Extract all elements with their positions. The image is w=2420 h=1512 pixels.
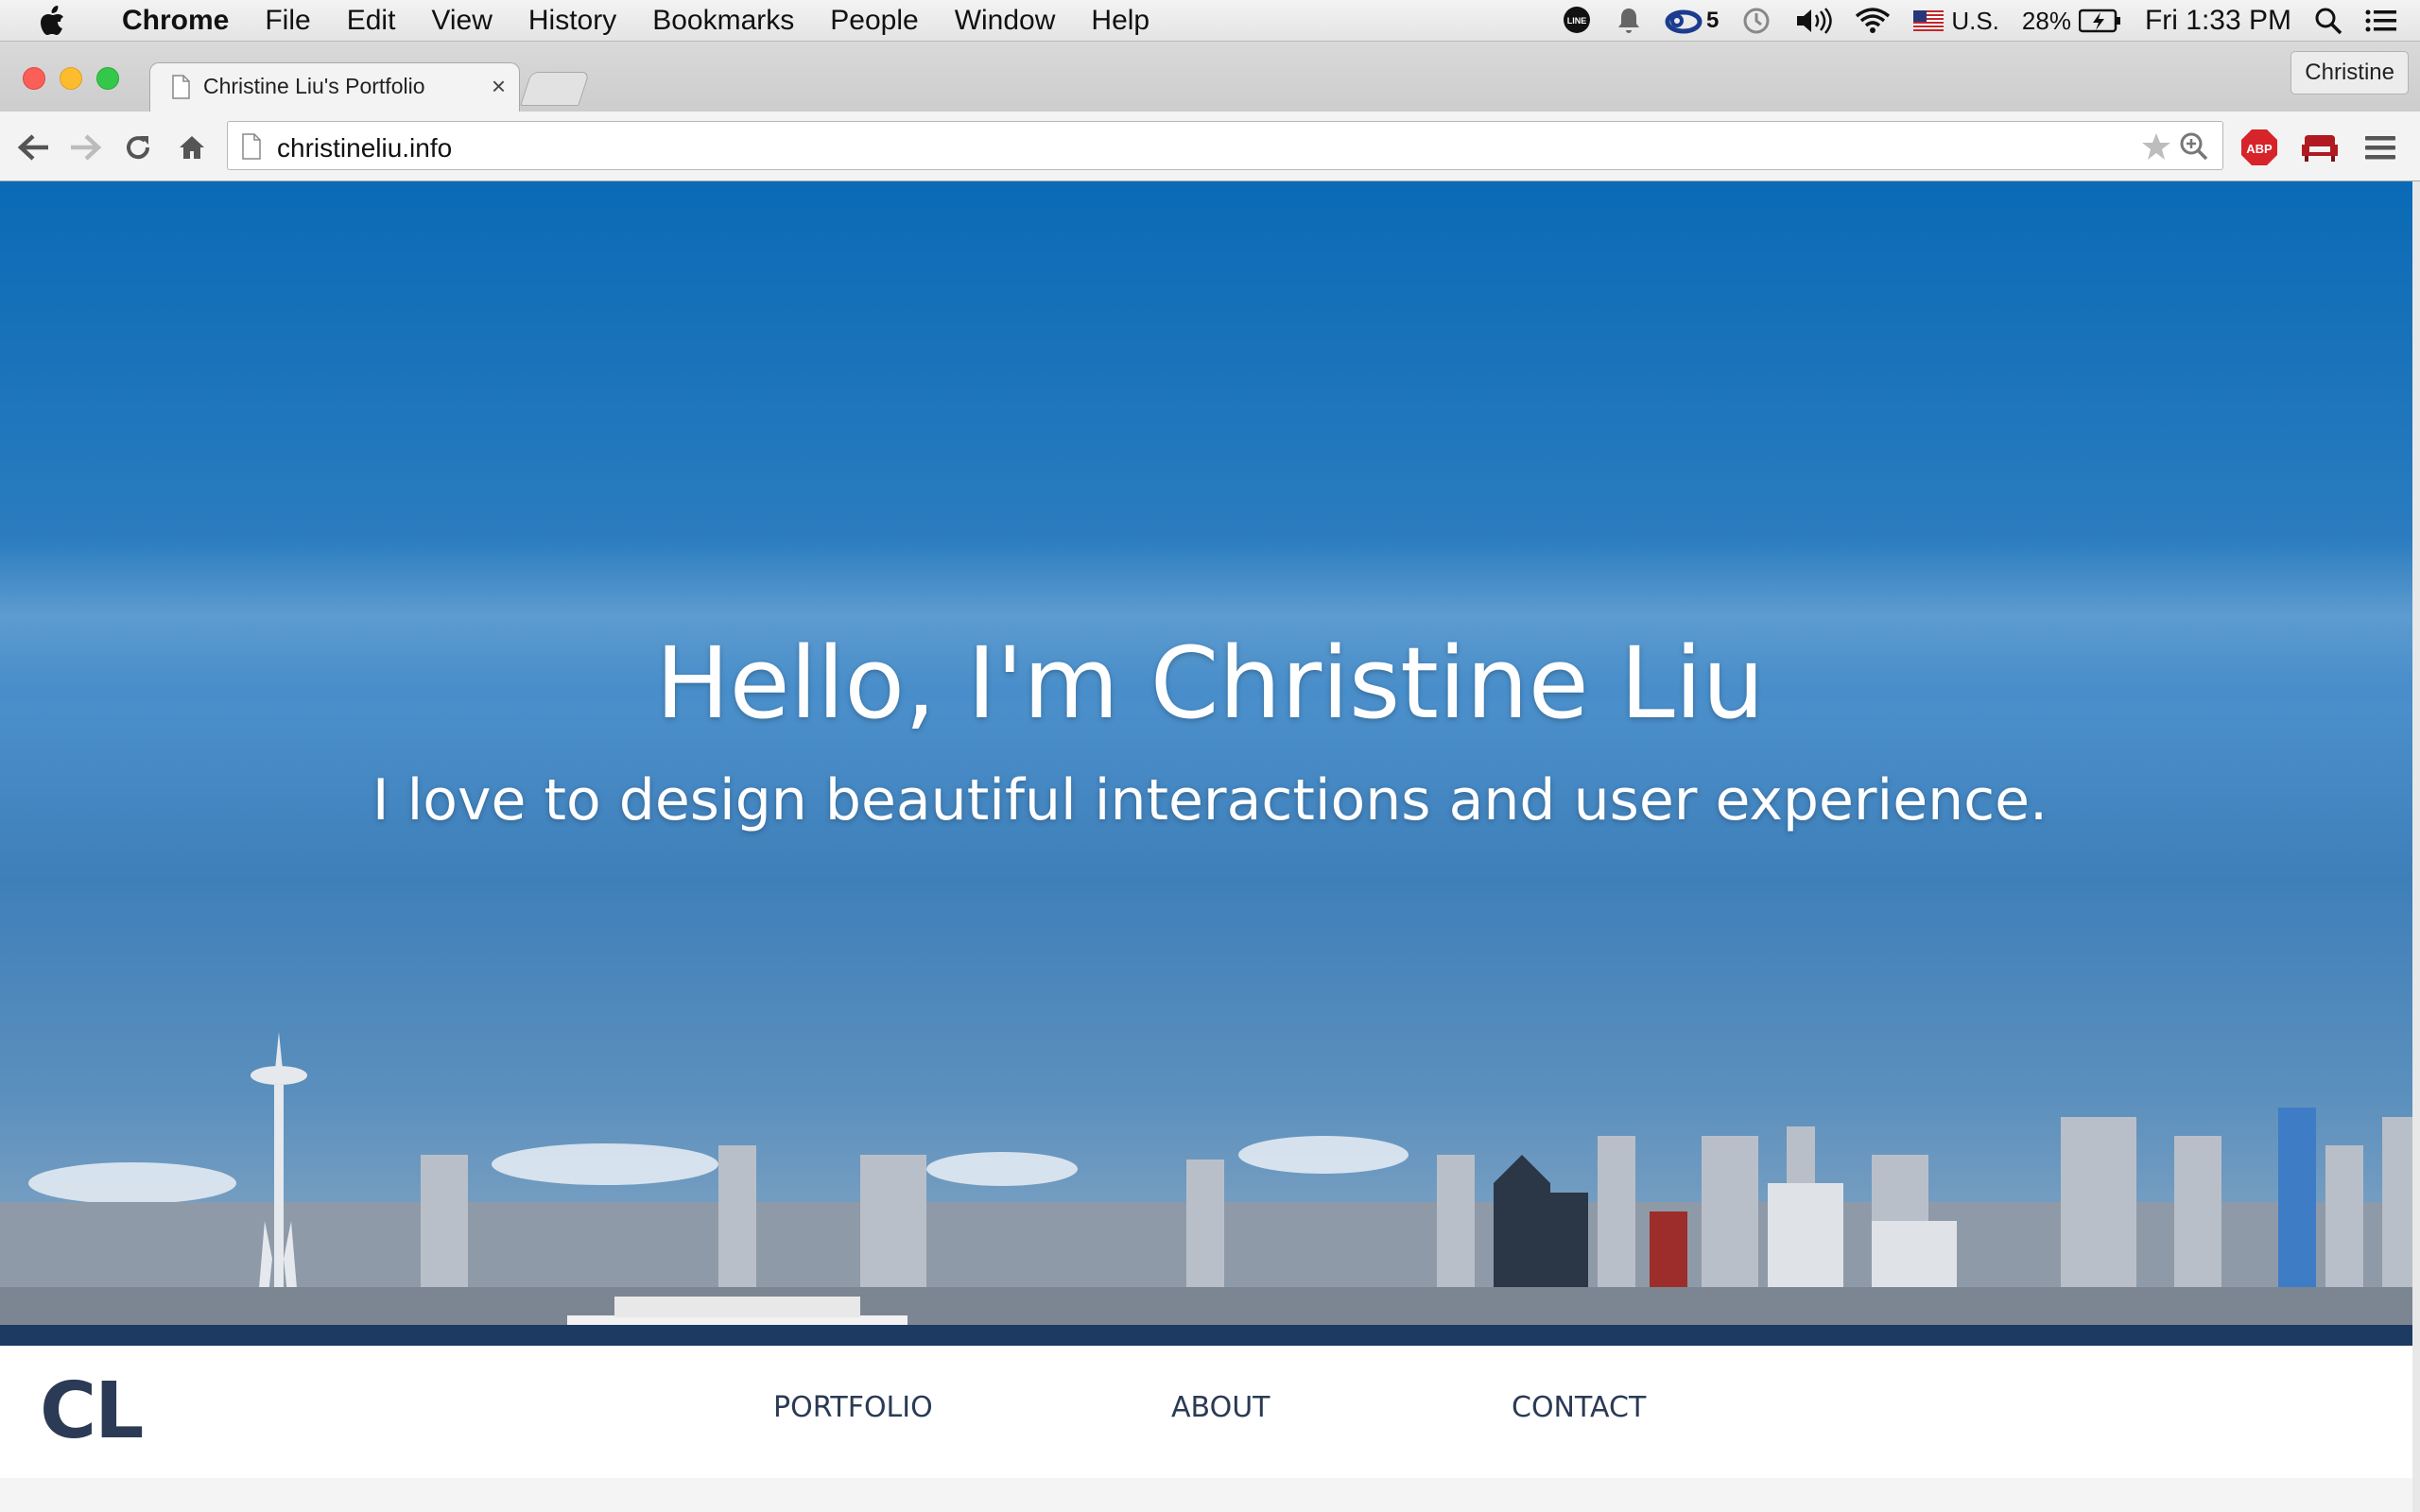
url-text[interactable]: christineliu.info [277,133,452,163]
menu-help[interactable]: Help [1073,5,1167,37]
reload-icon[interactable] [119,129,157,166]
macos-menu-bar: Chrome File Edit View History Bookmarks … [0,0,2420,42]
sofa-icon[interactable] [2301,129,2339,166]
forward-icon[interactable] [66,129,104,166]
menu-file[interactable]: File [247,5,328,37]
line-icon[interactable]: LINE [1561,5,1593,37]
us-flag-icon[interactable]: U.S. [1913,7,1999,36]
browser-toolbar: christineliu.info ABP [0,112,2420,181]
spotlight-search-icon[interactable] [2314,7,2342,35]
status-area: LINE 5 U.S. 28% Fri 1:33 PM [1561,0,2420,42]
nav-portfolio-link[interactable]: PORTFOLIO [773,1391,933,1424]
address-bar[interactable]: christineliu.info [227,121,2223,170]
adblock-plus-icon[interactable]: ABP [2240,129,2278,166]
bookmark-star-icon[interactable] [2141,131,2171,166]
input-source-label: U.S. [1951,6,1999,35]
back-icon[interactable] [15,129,53,166]
time-machine-icon[interactable] [1741,6,1772,36]
site-navbar: CL PORTFOLIO ABOUT CONTACT [0,1346,2420,1478]
apple-icon[interactable] [0,5,104,36]
menubar-clock[interactable]: Fri 1:33 PM [2145,5,2291,37]
tab-strip: Christine Liu's Portfolio × Christine [0,42,2420,112]
battery-status[interactable]: 28% [2022,7,2122,36]
close-tab-icon[interactable]: × [492,72,506,101]
page-favicon-icon [171,75,190,104]
home-icon[interactable] [173,129,211,166]
hero-subtitle: I love to design beautiful interactions … [372,767,2048,833]
chrome-menu-icon[interactable] [2361,129,2399,166]
browser-window: Christine Liu's Portfolio × Christine ch… [0,42,2420,1512]
menu-window[interactable]: Window [937,5,1074,37]
site-logo[interactable]: CL [40,1366,144,1456]
menu-edit[interactable]: Edit [329,5,414,37]
svg-text:LINE: LINE [1567,16,1587,26]
tab-title: Christine Liu's Portfolio [203,74,425,98]
web-page: Hello, I'm Christine Liu I love to desig… [0,181,2420,1512]
notification-bell-icon[interactable] [1616,7,1642,35]
hero-banner: Hello, I'm Christine Liu I love to desig… [0,181,2420,1346]
page-bottom-strip [0,1478,2420,1512]
minimize-window-button[interactable] [60,67,82,90]
wifi-icon[interactable] [1855,7,1891,35]
close-window-button[interactable] [23,67,45,90]
menu-view[interactable]: View [413,5,510,37]
nav-contact-link[interactable]: CONTACT [1512,1391,1646,1424]
seattle-skyline-image [0,1032,2420,1346]
battery-percent: 28% [2021,6,2071,35]
menu-people[interactable]: People [812,5,936,37]
menu-app-chrome[interactable]: Chrome [104,5,247,37]
menu-bookmarks[interactable]: Bookmarks [634,5,812,37]
volume-icon[interactable] [1794,7,1833,35]
zoom-magnifier-icon[interactable] [2179,131,2209,166]
battery-charging-icon [2078,9,2120,33]
nav-about-link[interactable]: ABOUT [1171,1391,1270,1424]
page-scrollbar[interactable] [2412,181,2420,1512]
page-info-icon[interactable] [241,133,262,164]
notification-center-icon[interactable] [2365,9,2397,33]
creative-cloud-count: 5 [1705,8,1720,33]
svg-text:ABP: ABP [2246,142,2273,156]
hero-title: Hello, I'm Christine Liu [655,626,1765,741]
profile-button[interactable]: Christine [2290,51,2409,94]
menu-history[interactable]: History [510,5,634,37]
tab-portfolio[interactable]: Christine Liu's Portfolio × [149,62,520,112]
new-tab-button[interactable] [520,72,590,106]
zoom-window-button[interactable] [96,67,119,90]
creative-cloud-icon[interactable]: 5 [1665,8,1719,34]
